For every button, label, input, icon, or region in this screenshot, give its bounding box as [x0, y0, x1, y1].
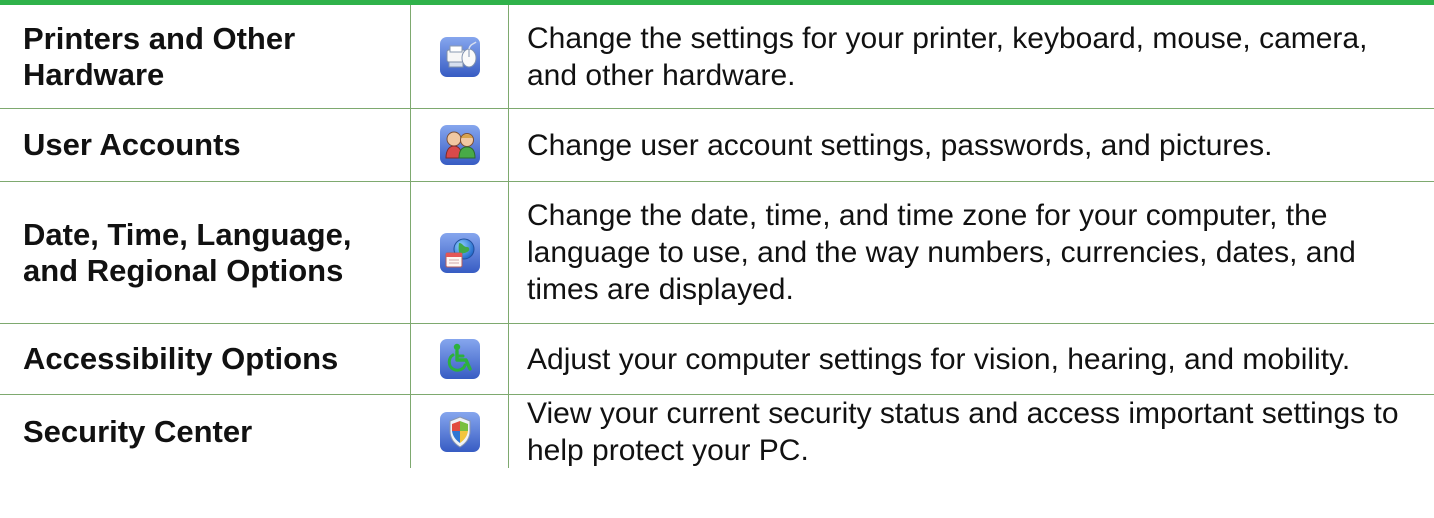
printer-mouse-icon	[439, 36, 480, 77]
table-row: User Accounts Change user account settin	[0, 109, 1434, 182]
category-name: Security Center	[0, 395, 410, 468]
category-icon-cell	[410, 109, 509, 181]
table-row: Accessibility Options Adjust your comput…	[0, 324, 1434, 395]
accessibility-icon	[439, 339, 480, 379]
category-description: View your current security status and ac…	[509, 395, 1434, 468]
category-icon-cell	[410, 5, 509, 108]
table-row: Printers and Other Hardware Change the s…	[0, 5, 1434, 109]
category-description-text: Change the settings for your printer, ke…	[527, 21, 1368, 92]
category-icon-cell	[410, 395, 509, 468]
category-icon-cell	[410, 182, 509, 323]
category-description: Change the settings for your printer, ke…	[509, 5, 1434, 108]
category-name: User Accounts	[0, 109, 410, 181]
table-row: Security Center View your current securi	[0, 395, 1434, 468]
category-description-text: View your current security status and ac…	[527, 396, 1399, 467]
category-icon-cell	[410, 324, 509, 394]
category-description: Adjust your computer settings for vision…	[509, 324, 1434, 394]
category-name-text: User Accounts	[23, 127, 241, 162]
category-name-text: Accessibility Options	[23, 341, 339, 376]
calendar-globe-icon	[439, 232, 480, 273]
users-icon	[439, 125, 480, 165]
category-name-text: Printers and Other Hardware	[23, 20, 296, 92]
category-name-text: Date, Time, Language, and Regional Optio…	[23, 216, 352, 288]
category-name-text: Security Center	[23, 413, 253, 449]
category-description-text: Adjust your computer settings for vision…	[527, 342, 1351, 376]
table-row: Date, Time, Language, and Regional Optio…	[0, 182, 1434, 324]
category-name: Printers and Other Hardware	[0, 5, 410, 108]
control-panel-category-table: Printers and Other Hardware Change the s…	[0, 5, 1434, 468]
category-name: Date, Time, Language, and Regional Optio…	[0, 182, 410, 323]
shield-icon	[439, 411, 480, 452]
category-name: Accessibility Options	[0, 324, 410, 394]
category-description: Change user account settings, passwords,…	[509, 109, 1434, 181]
category-description: Change the date, time, and time zone for…	[509, 182, 1434, 323]
category-description-text: Change the date, time, and time zone for…	[527, 199, 1356, 306]
category-description-text: Change user account settings, passwords,…	[527, 128, 1273, 162]
